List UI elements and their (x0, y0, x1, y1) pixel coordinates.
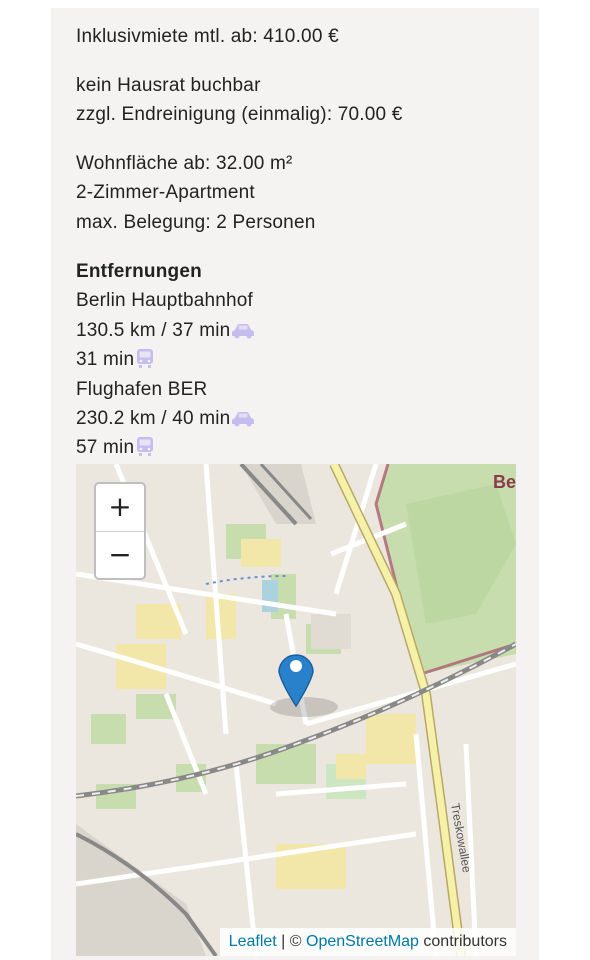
distance-place-name: Berlin Hauptbahnhof (76, 290, 254, 311)
cleaning-fee-text: zzgl. Endreinigung (einmalig): 70.00 € (76, 104, 403, 125)
zoom-out-button[interactable]: − (96, 532, 144, 578)
map-attribution: Leaflet | © OpenStreetMap contributors (219, 928, 516, 956)
attribution-contributors: contributors (418, 933, 507, 950)
location-map[interactable]: Treskowallee Be + − Leaflet | © OpenStre… (76, 464, 516, 956)
apartment-type-text: 2-Zimmer-Apartment (76, 182, 255, 203)
car-icon (231, 407, 255, 436)
zoom-in-button[interactable]: + (96, 484, 144, 532)
distance-car-row: 130.5 km / 37 min (76, 316, 255, 348)
car-distance-text: 230.2 km / 40 min (76, 408, 231, 429)
rent-text: Inklusivmiete mtl. ab: 410.00 € (76, 26, 339, 47)
tram-icon (135, 436, 155, 465)
map-zoom-control: + − (94, 482, 146, 580)
leaflet-link[interactable]: Leaflet (229, 933, 277, 950)
distances-heading: Entfernungen (76, 261, 202, 282)
attribution-separator: | © (276, 933, 306, 950)
distance-place-name: Flughafen BER (76, 379, 208, 400)
apartment-details-card: Inklusivmiete mtl. ab: 410.00 € kein Hau… (51, 8, 539, 960)
openstreetmap-link[interactable]: OpenStreetMap (306, 933, 419, 950)
car-icon (231, 319, 255, 348)
car-distance-text: 130.5 km / 37 min (76, 320, 231, 341)
distance-transit-row: 57 min (76, 433, 155, 465)
distance-car-row: 230.2 km / 40 min (76, 404, 255, 436)
max-occupancy-text: max. Belegung: 2 Personen (76, 212, 316, 233)
living-area-text: Wohnfläche ab: 32.00 m² (76, 153, 293, 174)
map-marker-icon[interactable] (276, 646, 316, 708)
transit-time-text: 31 min (76, 349, 135, 370)
distance-transit-row: 31 min (76, 345, 155, 377)
district-label: Be (493, 472, 516, 492)
tram-icon (135, 348, 155, 377)
household-text: kein Hausrat buchbar (76, 75, 261, 96)
transit-time-text: 57 min (76, 437, 135, 458)
